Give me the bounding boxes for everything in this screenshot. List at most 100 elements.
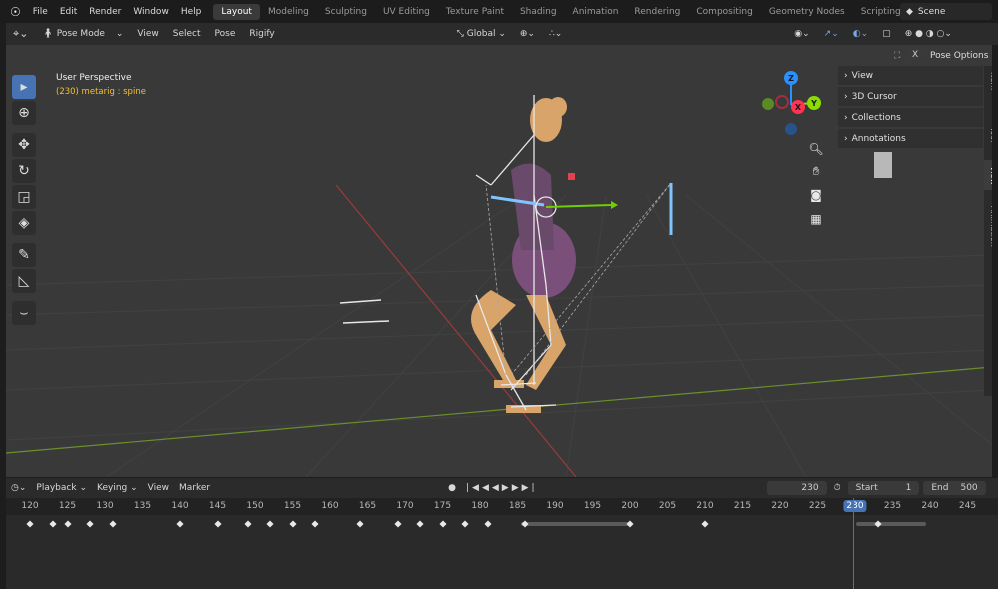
keyframe-marker[interactable]: [63, 520, 72, 528]
scale-tool-button[interactable]: ◲: [12, 185, 36, 209]
menu-file[interactable]: File: [27, 7, 54, 17]
ruler-tick-195: 195: [583, 501, 602, 511]
timeline-ruler[interactable]: 120 125 130 135 140 145 150 155 160 165 170 175 180 1…: [6, 498, 998, 515]
transform-orientation-dropdown[interactable]: ⤡ Global ⌄: [450, 29, 513, 39]
menu-help[interactable]: Help: [175, 7, 208, 17]
overlay-toggle-icon[interactable]: ◐⌄: [846, 29, 875, 39]
keyframe-marker[interactable]: [461, 520, 469, 528]
keyframe-marker[interactable]: [213, 520, 222, 528]
gizmo-toggle-icon[interactable]: ↗⌄: [817, 29, 846, 39]
tab-view[interactable]: View: [984, 160, 992, 190]
snap-icon[interactable]: ∴⌄: [542, 29, 569, 39]
menu-timeline-view[interactable]: View: [143, 483, 174, 493]
keyframe-marker[interactable]: [86, 520, 94, 528]
pose-tool-button[interactable]: ⌣: [12, 301, 36, 325]
tab-compositing[interactable]: Compositing: [688, 4, 760, 20]
close-icon[interactable]: X: [908, 50, 923, 60]
tab-modeling[interactable]: Modeling: [260, 4, 317, 20]
cursor-tool-button[interactable]: ⊕: [12, 101, 36, 125]
menu-rigify[interactable]: Rigify: [242, 29, 281, 39]
shading-modes-icon[interactable]: ⊕ ● ◑ ○⌄: [898, 29, 959, 39]
menu-view[interactable]: View: [130, 29, 165, 39]
mode-selector[interactable]: 🧍︎ Pose Mode ⌄: [35, 29, 130, 39]
tab-uv-editing[interactable]: UV Editing: [375, 4, 438, 20]
timeline-keyframe-area[interactable]: [6, 515, 998, 589]
editor-type-icon[interactable]: ⌖⌄: [6, 27, 35, 41]
tab-animation[interactable]: Animation: [565, 4, 627, 20]
3d-viewport[interactable]: User Perspective (230) metarig : spine ▸…: [6, 45, 992, 477]
keyframe-marker[interactable]: [393, 520, 402, 528]
next-key-icon[interactable]: ▶▶: [512, 483, 532, 493]
keyframe-marker[interactable]: [873, 520, 882, 528]
panel-view[interactable]: › View: [838, 66, 983, 85]
keyframe-marker[interactable]: [26, 520, 34, 528]
keyframe-marker[interactable]: [288, 520, 297, 528]
blender-logo-icon[interactable]: ☉: [0, 5, 27, 19]
play-icon[interactable]: ▶: [502, 483, 512, 493]
menu-edit[interactable]: Edit: [54, 7, 83, 17]
stopwatch-icon[interactable]: ⏱︎: [829, 483, 846, 493]
keyframe-marker[interactable]: [176, 520, 184, 528]
menu-render[interactable]: Render: [83, 7, 127, 17]
tab-sculpting[interactable]: Sculpting: [317, 4, 375, 20]
tab-item[interactable]: Item: [984, 66, 992, 96]
tab-tool[interactable]: Tool: [984, 120, 992, 150]
perspective-grid-icon[interactable]: ▦: [806, 209, 826, 229]
panel-annotations[interactable]: › Annotations: [838, 129, 983, 148]
menu-select[interactable]: Select: [166, 29, 208, 39]
visibility-icon[interactable]: ◉⌄: [787, 29, 816, 39]
panel-collections[interactable]: › Collections: [838, 108, 983, 127]
menu-playback[interactable]: Playback ⌄: [31, 483, 92, 493]
select-box-tool-button[interactable]: ▸: [12, 75, 36, 99]
keyframe-marker[interactable]: [48, 520, 57, 528]
tab-shading[interactable]: Shading: [512, 4, 565, 20]
annotate-tool-button[interactable]: ✎: [12, 243, 36, 267]
transform-tool-button[interactable]: ◈: [12, 211, 36, 235]
rotate-tool-button[interactable]: ↻: [12, 159, 36, 183]
pose-options-dropdown[interactable]: Pose Options: [930, 51, 988, 61]
scene-selector[interactable]: ◆ Scene: [900, 3, 992, 20]
menu-window[interactable]: Window: [127, 7, 175, 17]
current-frame-field[interactable]: 230: [766, 481, 827, 495]
keyframe-marker[interactable]: [243, 520, 252, 528]
keyframe-marker[interactable]: [626, 520, 634, 528]
tab-layout[interactable]: Layout: [213, 3, 260, 20]
prev-key-icon[interactable]: ◀: [492, 483, 502, 493]
keyframe-marker[interactable]: [701, 520, 709, 528]
measure-tool-button[interactable]: ◺: [12, 269, 36, 293]
tab-texture-paint[interactable]: Texture Paint: [438, 4, 512, 20]
jump-start-icon[interactable]: |◀◀: [466, 483, 492, 493]
keyframe-marker[interactable]: [108, 520, 117, 528]
playback-controls[interactable]: |◀◀◀▶▶▶|: [461, 483, 543, 493]
menu-pose[interactable]: Pose: [208, 29, 243, 39]
end-frame-field[interactable]: End 500: [923, 481, 986, 495]
menu-marker[interactable]: Marker: [174, 483, 215, 493]
keyframe-marker[interactable]: [266, 520, 274, 528]
keyframe-marker[interactable]: [416, 520, 424, 528]
keyframe-marker[interactable]: [356, 520, 364, 528]
pin-icon[interactable]: ⛶: [894, 51, 900, 61]
playhead[interactable]: [853, 498, 854, 589]
pivot-point-icon[interactable]: ⊕⌄: [513, 29, 542, 39]
pan-hand-icon[interactable]: ✋︎: [806, 161, 826, 181]
selected-spine-bone[interactable]: [490, 173, 618, 218]
camera-icon[interactable]: ◙: [806, 185, 826, 205]
record-icon[interactable]: ●: [443, 483, 461, 493]
tab-geometry-nodes[interactable]: Geometry Nodes: [761, 4, 853, 20]
tab-animation[interactable]: Animation: [984, 196, 992, 256]
character-model[interactable]: [471, 97, 576, 413]
navigation-gizmo[interactable]: Z X Y: [758, 69, 828, 139]
menu-keying[interactable]: Keying ⌄: [92, 483, 143, 493]
start-frame-field[interactable]: Start 1: [847, 481, 920, 495]
keyframe-marker[interactable]: [438, 520, 447, 528]
ruler-tick-210: 210: [696, 501, 714, 511]
tab-rendering[interactable]: Rendering: [626, 4, 688, 20]
jump-end-icon[interactable]: |: [532, 483, 538, 493]
keyframe-marker[interactable]: [311, 520, 319, 528]
move-tool-button[interactable]: ✥: [12, 133, 36, 157]
xray-toggle-icon[interactable]: ▢: [875, 29, 898, 39]
keyframe-marker[interactable]: [483, 520, 492, 528]
timeline-editor-icon[interactable]: ◷⌄: [6, 483, 31, 493]
zoom-icon[interactable]: 🔍︎: [806, 139, 826, 159]
panel-3d-cursor[interactable]: › 3D Cursor: [838, 87, 983, 106]
